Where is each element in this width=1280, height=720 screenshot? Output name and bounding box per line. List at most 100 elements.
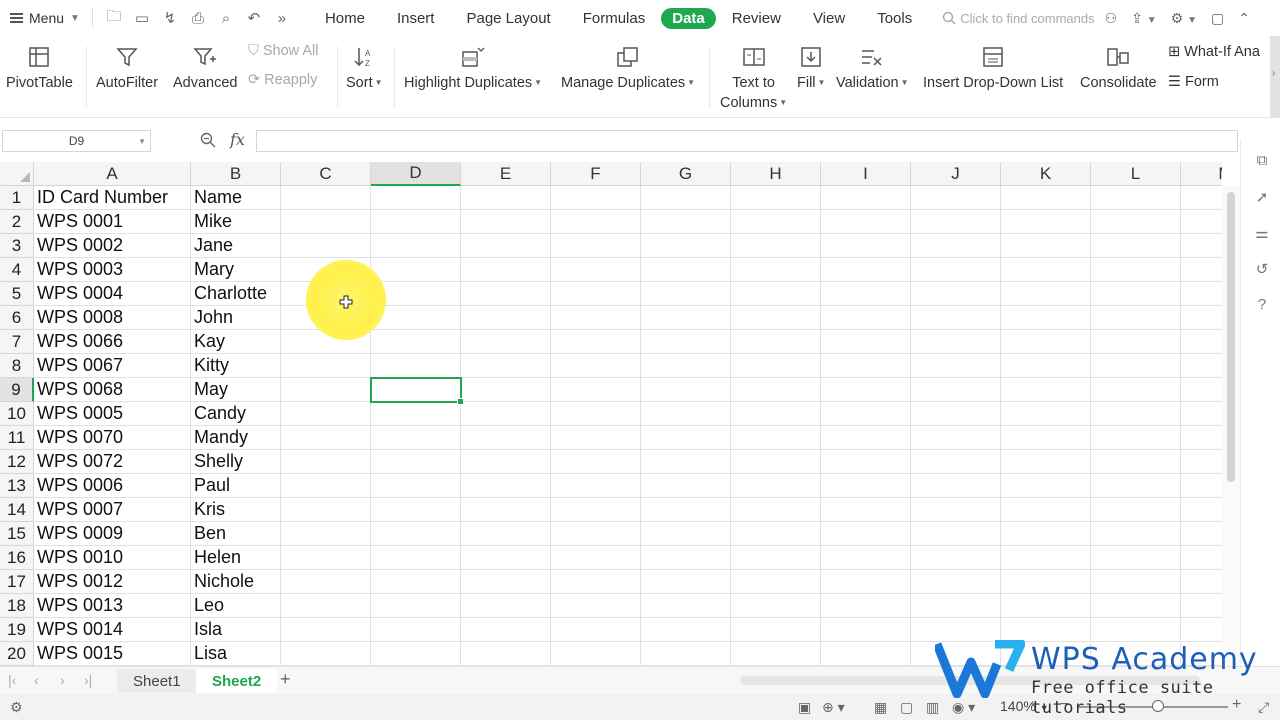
reapply-button[interactable]: ⟳ Reapply: [248, 72, 317, 88]
row-header[interactable]: 13: [0, 474, 34, 498]
table-cell[interactable]: WPS 0072: [34, 450, 191, 474]
select-all-corner[interactable]: [0, 162, 34, 186]
table-cell[interactable]: [731, 210, 821, 234]
table-cell[interactable]: WPS 0004: [34, 282, 191, 306]
table-cell[interactable]: WPS 0013: [34, 594, 191, 618]
prev-sheet-icon[interactable]: ‹: [34, 672, 39, 688]
table-cell[interactable]: [281, 426, 371, 450]
table-cell[interactable]: [461, 546, 551, 570]
table-cell[interactable]: [821, 474, 911, 498]
table-cell[interactable]: [1181, 330, 1222, 354]
table-cell[interactable]: [641, 330, 731, 354]
table-cell[interactable]: [1181, 306, 1222, 330]
table-cell[interactable]: [551, 474, 641, 498]
table-cell[interactable]: [821, 618, 911, 642]
tab-data[interactable]: Data: [661, 7, 716, 29]
table-cell[interactable]: [911, 282, 1001, 306]
table-cell[interactable]: WPS 0066: [34, 330, 191, 354]
first-sheet-icon[interactable]: |‹: [8, 672, 16, 688]
table-cell[interactable]: [1181, 618, 1222, 642]
page-break-view-icon[interactable]: ▥: [926, 699, 939, 716]
table-cell[interactable]: WPS 0003: [34, 258, 191, 282]
show-all-button[interactable]: ⛉ Show All: [248, 43, 319, 59]
table-cell[interactable]: [1181, 474, 1222, 498]
table-cell[interactable]: [1001, 354, 1091, 378]
table-cell[interactable]: [731, 450, 821, 474]
table-cell[interactable]: [461, 522, 551, 546]
what-if-analysis-button[interactable]: ⊞ What-If Ana: [1168, 44, 1260, 60]
table-cell[interactable]: [1001, 474, 1091, 498]
table-cell[interactable]: [371, 186, 461, 210]
table-cell[interactable]: [641, 426, 731, 450]
table-cell[interactable]: WPS 0008: [34, 306, 191, 330]
ribbon-scroll-right[interactable]: ›: [1270, 36, 1280, 118]
table-cell[interactable]: [371, 450, 461, 474]
column-header[interactable]: A: [34, 162, 191, 186]
table-cell[interactable]: [371, 498, 461, 522]
table-cell[interactable]: [281, 354, 371, 378]
settings-icon[interactable]: ⚙ ▼: [1171, 10, 1197, 27]
table-cell[interactable]: Candy: [191, 402, 281, 426]
table-cell[interactable]: [1091, 618, 1181, 642]
table-cell[interactable]: Charlotte: [191, 282, 281, 306]
table-cell[interactable]: [1181, 594, 1222, 618]
table-cell[interactable]: [821, 642, 911, 666]
table-cell[interactable]: [641, 282, 731, 306]
table-cell[interactable]: [1091, 402, 1181, 426]
table-cell[interactable]: [1091, 330, 1181, 354]
more-icon[interactable]: »: [273, 10, 291, 27]
fill-button[interactable]: Fill ▼: [797, 42, 825, 93]
column-header[interactable]: I: [821, 162, 911, 186]
table-cell[interactable]: [551, 642, 641, 666]
format-painter-icon[interactable]: ↯: [161, 9, 179, 27]
column-header[interactable]: G: [641, 162, 731, 186]
table-cell[interactable]: [461, 186, 551, 210]
table-cell[interactable]: WPS 0010: [34, 546, 191, 570]
table-cell[interactable]: [1181, 450, 1222, 474]
row-header[interactable]: 19: [0, 618, 34, 642]
table-cell[interactable]: [641, 354, 731, 378]
table-cell[interactable]: [731, 378, 821, 402]
table-cell[interactable]: [281, 498, 371, 522]
table-cell[interactable]: Paul: [191, 474, 281, 498]
table-cell[interactable]: [731, 234, 821, 258]
table-cell[interactable]: WPS 0006: [34, 474, 191, 498]
table-cell[interactable]: [641, 546, 731, 570]
table-cell[interactable]: [281, 522, 371, 546]
table-cell[interactable]: Kris: [191, 498, 281, 522]
table-cell[interactable]: [731, 474, 821, 498]
table-cell[interactable]: WPS 0068: [34, 378, 191, 402]
table-cell[interactable]: WPS 0067: [34, 354, 191, 378]
name-box[interactable]: D9 ▼: [2, 130, 151, 152]
table-cell[interactable]: [1001, 210, 1091, 234]
table-cell[interactable]: [461, 594, 551, 618]
table-cell[interactable]: [641, 234, 731, 258]
table-cell[interactable]: WPS 0002: [34, 234, 191, 258]
column-header[interactable]: M: [1181, 162, 1222, 186]
row-header[interactable]: 20: [0, 642, 34, 666]
table-cell[interactable]: [1091, 258, 1181, 282]
table-cell[interactable]: [731, 282, 821, 306]
row-header[interactable]: 6: [0, 306, 34, 330]
tab-formulas[interactable]: Formulas: [567, 7, 662, 30]
table-cell[interactable]: [1001, 498, 1091, 522]
table-cell[interactable]: [551, 282, 641, 306]
table-cell[interactable]: [911, 474, 1001, 498]
table-cell[interactable]: [731, 594, 821, 618]
table-cell[interactable]: [911, 234, 1001, 258]
column-header[interactable]: F: [551, 162, 641, 186]
table-cell[interactable]: [1091, 354, 1181, 378]
table-cell[interactable]: [1091, 498, 1181, 522]
table-cell[interactable]: [1181, 378, 1222, 402]
table-cell[interactable]: [1091, 570, 1181, 594]
table-cell[interactable]: [1181, 282, 1222, 306]
advanced-filter-button[interactable]: Advanced: [173, 42, 238, 93]
validation-button[interactable]: Validation ▼: [836, 42, 909, 93]
table-cell[interactable]: [1091, 546, 1181, 570]
table-cell[interactable]: [371, 210, 461, 234]
table-cell[interactable]: [821, 522, 911, 546]
comment-icon[interactable]: ▢: [1211, 10, 1224, 27]
open-icon[interactable]: 🗀: [105, 6, 123, 31]
undo-icon[interactable]: ↶: [245, 9, 263, 27]
tab-insert[interactable]: Insert: [381, 7, 451, 30]
